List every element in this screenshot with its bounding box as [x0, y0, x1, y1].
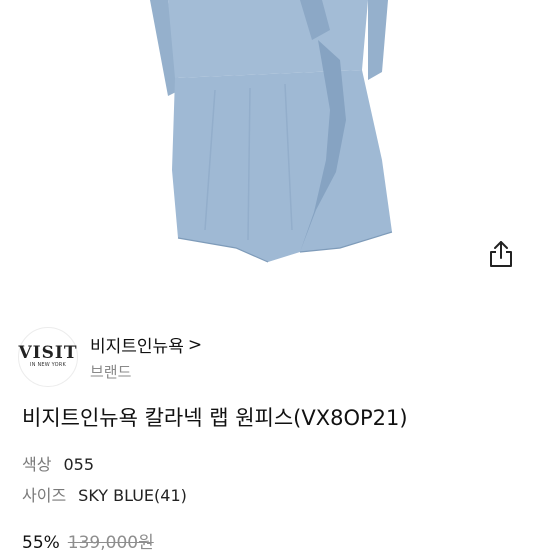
color-label: 색상 — [22, 455, 52, 474]
chevron-right-icon: > — [187, 334, 203, 355]
color-value: 055 — [63, 455, 94, 474]
size-spec: 사이즈 SKY BLUE(41) — [22, 482, 187, 506]
brand-name: 비지트인뉴욕 — [90, 337, 184, 357]
share-button[interactable] — [488, 240, 524, 276]
size-label: 사이즈 — [22, 486, 67, 505]
price-row: 55% 139,000원 — [22, 528, 154, 553]
brand-name-link[interactable]: 비지트인뉴욕 > — [90, 332, 203, 358]
brand-logo-subtext: IN NEW YORK — [30, 362, 66, 368]
share-icon — [490, 241, 512, 267]
brand-logo-wordmark: VISIT — [18, 343, 78, 363]
brand-logo[interactable]: VISIT IN NEW YORK — [18, 327, 78, 387]
dress-illustration — [150, 0, 393, 263]
brand-type-label: 브랜드 — [90, 363, 132, 381]
size-value: SKY BLUE(41) — [78, 486, 187, 505]
color-spec: 색상 055 — [22, 451, 94, 475]
discount-rate: 55% — [22, 533, 60, 553]
product-title: 비지트인뉴욕 칼라넥 랩 원피스(VX8OP21) — [22, 406, 408, 430]
original-price: 139,000원 — [67, 533, 154, 553]
product-image[interactable] — [0, 0, 554, 300]
brand-section[interactable]: VISIT IN NEW YORK 비지트인뉴욕 > 브랜드 — [18, 326, 202, 388]
brand-texts: 비지트인뉴욕 > 브랜드 — [90, 332, 202, 382]
